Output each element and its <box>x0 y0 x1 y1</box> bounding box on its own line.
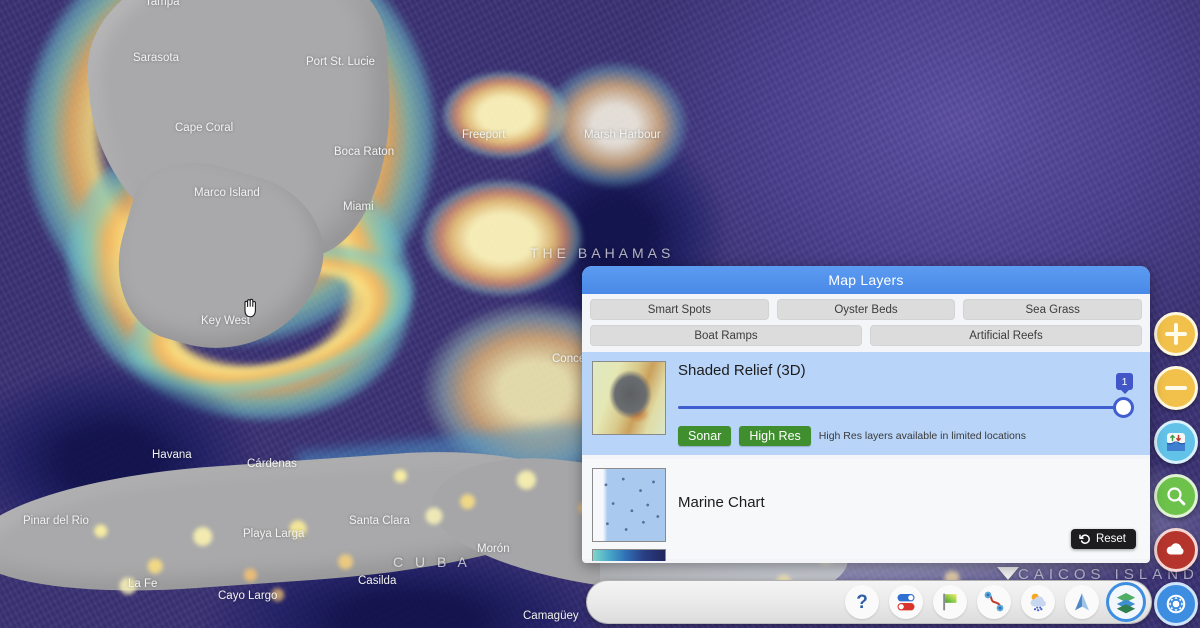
quick-filter-oyster-beds[interactable]: Oyster Beds <box>776 299 956 320</box>
next-layer-thumbnail-peek <box>592 549 666 561</box>
sonar-button-label: Sonar <box>688 429 722 443</box>
help-button[interactable]: ? <box>845 585 879 619</box>
reset-button[interactable]: Reset <box>1070 529 1136 549</box>
layer-row-shaded-relief[interactable]: Shaded Relief (3D) 1 Sonar High Res High… <box>582 352 1150 455</box>
panel-body: Smart Spots Oyster Beds Sea Grass Boat R… <box>582 294 1150 563</box>
map-control-rail <box>1154 312 1198 626</box>
tide-gauge-icon <box>1166 433 1186 451</box>
toolbar-pointer-notch <box>997 567 1019 580</box>
quick-filter-boat-ramps[interactable]: Boat Ramps <box>590 325 862 346</box>
plus-icon <box>1165 323 1187 345</box>
quick-filter-smart-spots[interactable]: Smart Spots <box>590 299 769 320</box>
settings-button[interactable] <box>1154 582 1198 626</box>
slider-value-badge: 1 <box>1116 373 1133 390</box>
layer-title: Shaded Relief (3D) <box>678 362 806 379</box>
flag-button[interactable] <box>933 585 967 619</box>
weather-cloud-sun-icon <box>1030 593 1046 612</box>
search-button[interactable] <box>1154 474 1198 518</box>
bottom-toolbar: ? <box>586 580 1152 624</box>
opacity-slider[interactable]: 1 <box>678 373 1140 418</box>
high-res-hint: High Res layers available in limited loc… <box>818 430 1026 442</box>
navigation-arrow-icon <box>1075 593 1089 611</box>
high-res-button[interactable]: High Res <box>739 426 811 446</box>
weather-button[interactable] <box>1154 528 1198 572</box>
quick-filter-row-1: Smart Spots Oyster Beds Sea Grass <box>582 294 1150 320</box>
layer-title: Marine Chart <box>678 494 765 511</box>
cloud-icon <box>1166 543 1184 555</box>
sonar-button[interactable]: Sonar <box>678 426 732 446</box>
flag-icon <box>943 593 957 611</box>
layer-row-marine-chart[interactable]: Marine Chart <box>582 459 1150 561</box>
layer-thumbnail-shaded-relief <box>592 361 666 435</box>
panel-title: Map Layers <box>582 266 1150 294</box>
minus-icon <box>1165 377 1187 399</box>
high-res-button-label: High Res <box>749 429 801 443</box>
reset-button-label: Reset <box>1095 533 1126 545</box>
gear-icon <box>1166 594 1186 614</box>
quick-filter-sea-grass[interactable]: Sea Grass <box>963 299 1143 320</box>
question-mark-icon: ? <box>856 591 868 613</box>
quick-filter-label: Oyster Beds <box>834 303 898 316</box>
map-bank-abaco <box>540 60 690 190</box>
layer-content-shaded-relief: Shaded Relief (3D) 1 Sonar High Res High… <box>678 361 1140 446</box>
tracks-button[interactable] <box>977 585 1011 619</box>
navigate-button[interactable] <box>1065 585 1099 619</box>
quick-filter-label: Smart Spots <box>647 303 711 316</box>
layer-thumbnail-marine-chart <box>592 468 666 542</box>
toggles-button[interactable] <box>889 585 923 619</box>
quick-filter-label: Artificial Reefs <box>969 329 1043 342</box>
toggle-switches-icon <box>897 594 915 611</box>
slider-track <box>678 406 1126 409</box>
layer-action-row: Sonar High Res High Res layers available… <box>678 426 1140 446</box>
undo-icon <box>1079 534 1090 544</box>
quick-filter-label: Boat Ramps <box>694 329 758 342</box>
magnifier-icon <box>1167 487 1186 506</box>
zoom-out-button[interactable] <box>1154 366 1198 410</box>
tides-button[interactable] <box>1154 420 1198 464</box>
zoom-in-button[interactable] <box>1154 312 1198 356</box>
weather-button[interactable] <box>1021 585 1055 619</box>
slider-handle[interactable] <box>1113 397 1134 418</box>
map-layers-button[interactable] <box>1109 585 1143 619</box>
quick-filter-artificial-reefs[interactable]: Artificial Reefs <box>870 325 1142 346</box>
layers-stack-icon <box>1116 593 1136 614</box>
map-shallow-speckle-a <box>60 498 400 608</box>
app-root: Tampa Sarasota Port St. Lucie Cape Coral Boc… <box>0 0 1200 628</box>
map-layers-panel: Map Layers Smart Spots Oyster Beds Sea G… <box>582 266 1150 563</box>
quick-filter-label: Sea Grass <box>1025 303 1080 316</box>
shaded-relief-preview-icon <box>593 362 665 434</box>
route-track-icon <box>984 591 1004 612</box>
quick-filter-row-2: Boat Ramps Artificial Reefs <box>582 320 1150 346</box>
marine-chart-preview-icon <box>593 469 665 541</box>
